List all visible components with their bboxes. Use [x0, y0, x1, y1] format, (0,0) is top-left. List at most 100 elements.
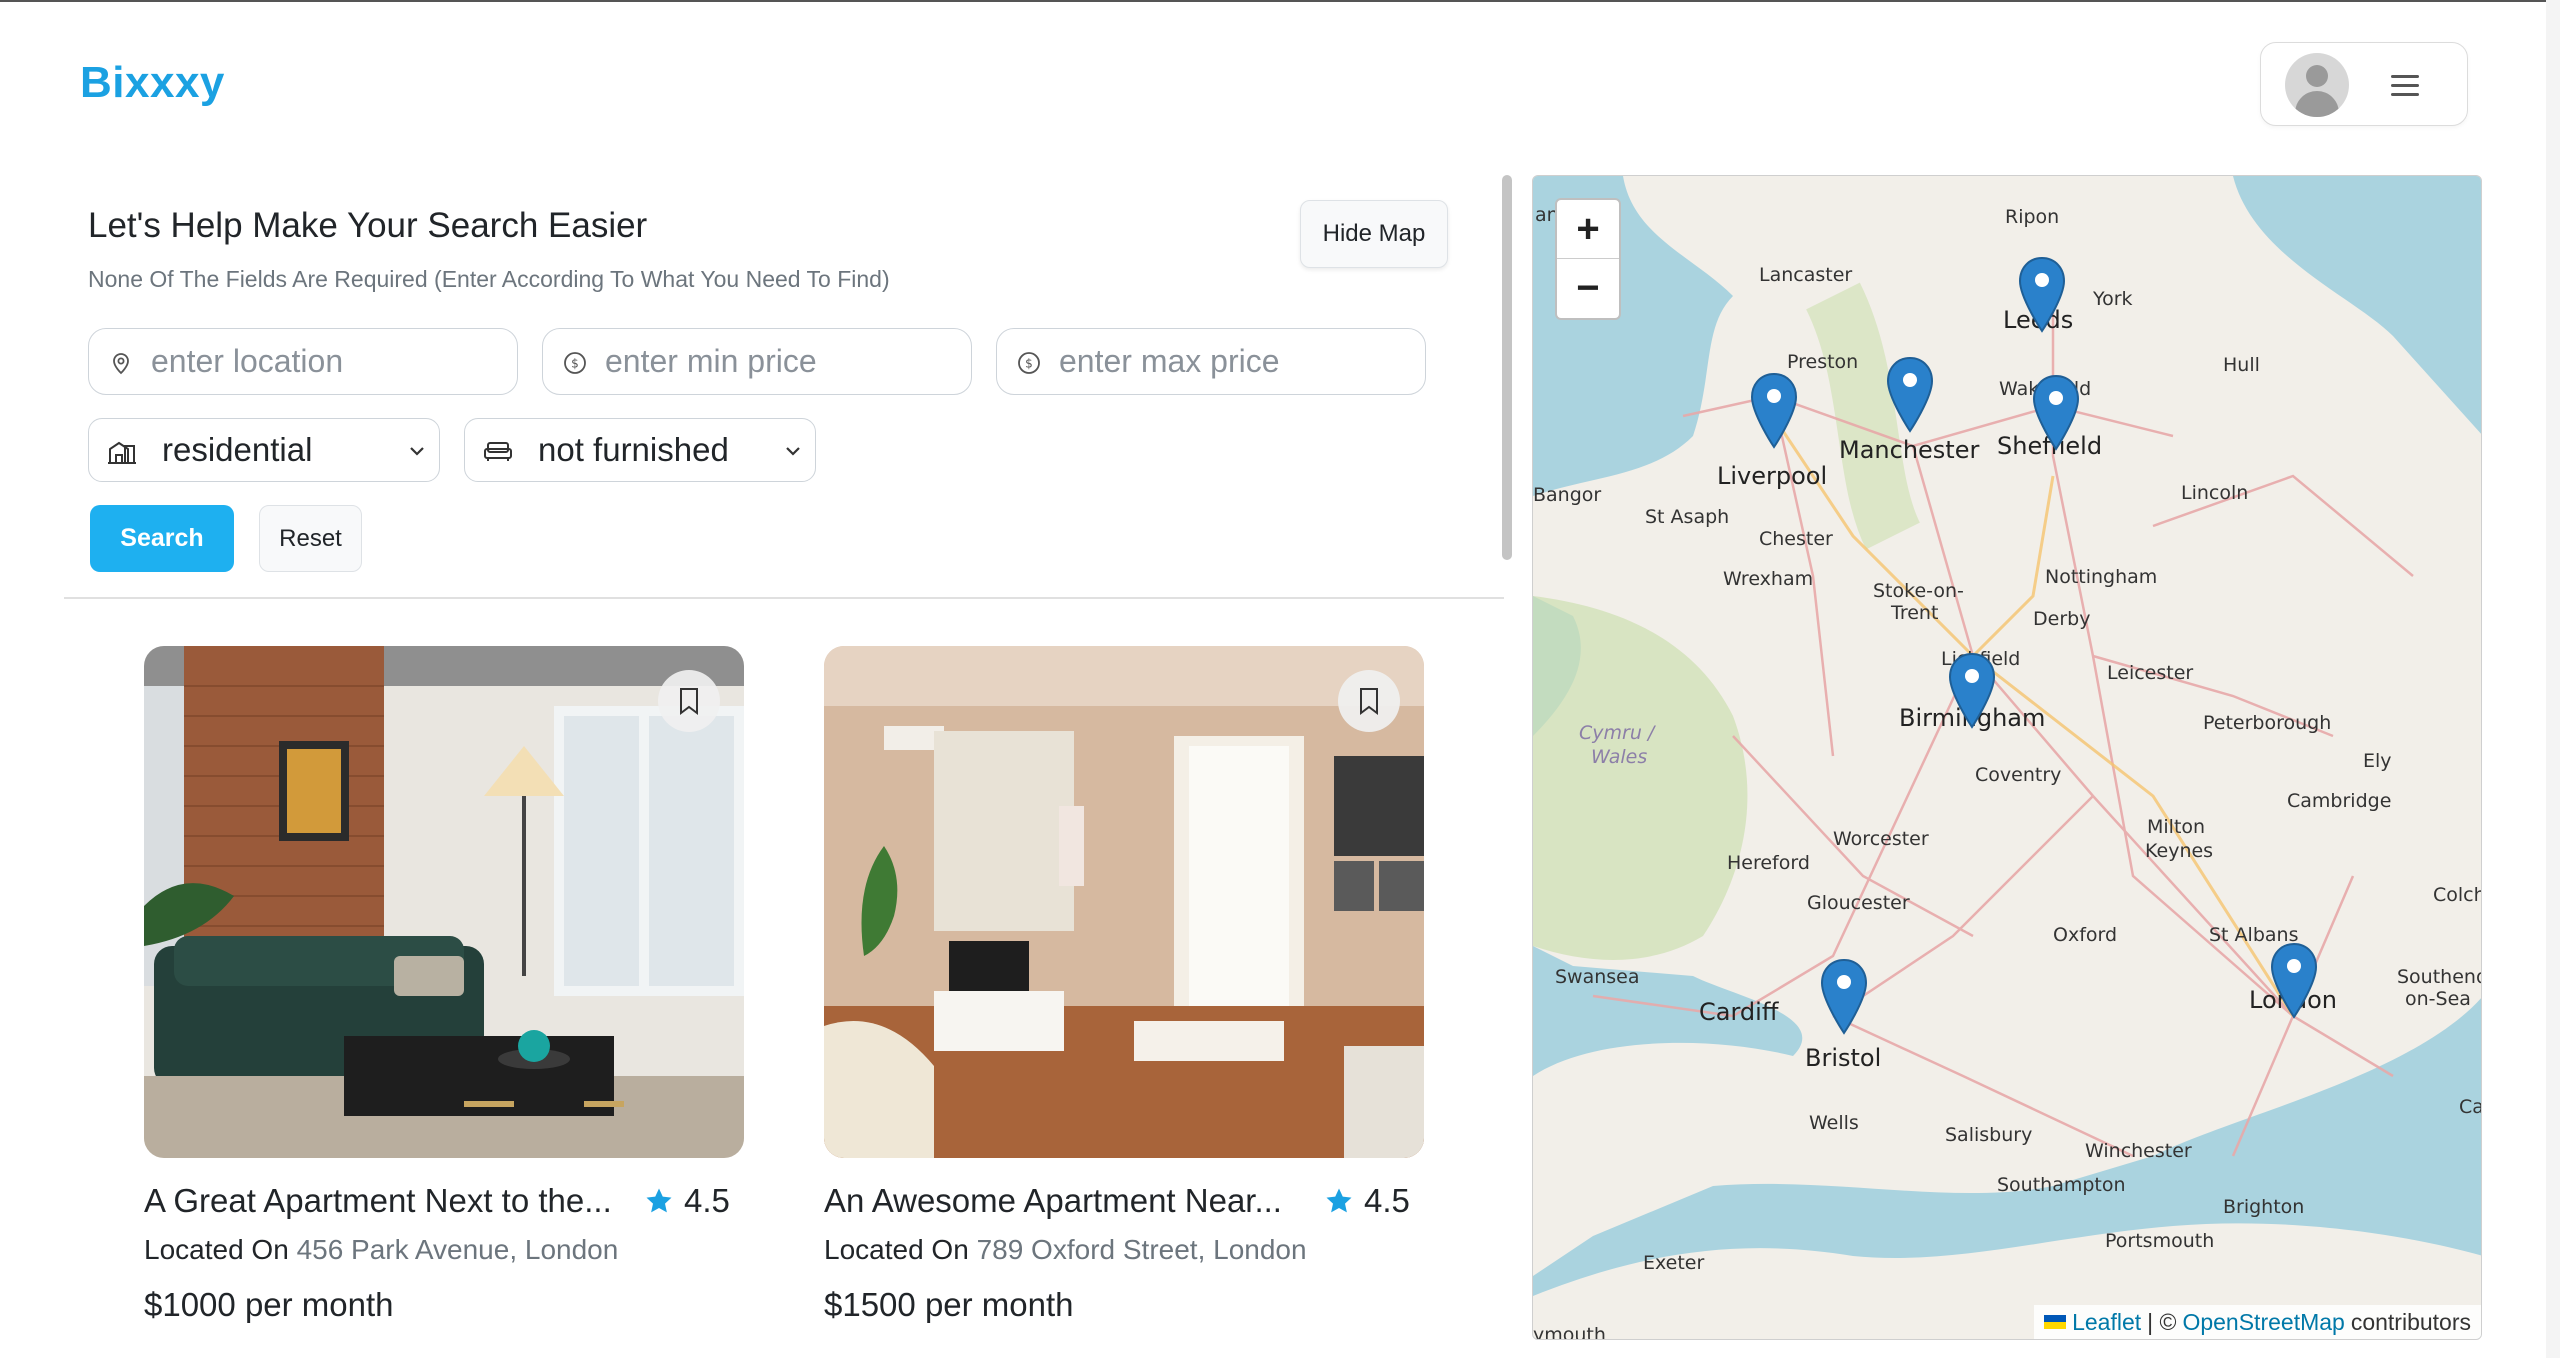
map-marker-icon[interactable]: [2269, 942, 2319, 1024]
map-label: Nottingham: [2045, 566, 2158, 588]
bookmark-icon: [680, 688, 698, 715]
map-label: Cambridge: [2287, 790, 2392, 812]
listing-address: 789 Oxford Street, London: [976, 1234, 1307, 1265]
map-label: Lincoln: [2181, 482, 2249, 504]
map-marker-icon[interactable]: [1947, 652, 1997, 734]
located-prefix: Located On: [824, 1234, 969, 1265]
search-heading: Let's Help Make Your Search Easier: [88, 206, 648, 245]
map-label: Chester: [1759, 528, 1833, 550]
map-label: ymouth: [1533, 1324, 1606, 1340]
map-label: Peterborough: [2203, 712, 2332, 734]
map-marker-icon[interactable]: [1749, 372, 1799, 454]
listing-title[interactable]: A Great Apartment Next to the...: [144, 1182, 624, 1220]
map-label: Southend-: [2397, 966, 2481, 988]
section-divider: [64, 597, 1504, 599]
map-label: Bristol: [1805, 1044, 1882, 1072]
map-label: Cardiff: [1699, 998, 1779, 1026]
map-label: Southampton: [1997, 1174, 2126, 1196]
price-suffix: per month: [244, 1286, 394, 1323]
listing-price: $1000 per month: [144, 1286, 394, 1324]
dollar-circle-icon: $: [1018, 352, 1040, 374]
map-label: Bangor: [1533, 484, 1602, 506]
map-label: Hull: [2223, 354, 2260, 376]
sofa-icon: [484, 442, 512, 461]
map-marker-icon[interactable]: [2017, 256, 2067, 338]
star-icon: [646, 1188, 672, 1213]
svg-text:$: $: [1025, 357, 1033, 371]
location-input[interactable]: enter location: [88, 328, 518, 395]
map-label: Ripon: [2005, 206, 2060, 228]
panel-scrollbar[interactable]: [1502, 175, 1512, 560]
zoom-out-button[interactable]: −: [1557, 259, 1619, 318]
bookmark-button[interactable]: [658, 670, 720, 732]
map-pin-icon: [113, 353, 129, 375]
window-top-border: [0, 0, 2560, 2]
min-price-input[interactable]: $ enter min price: [542, 328, 972, 395]
bookmark-button[interactable]: [1338, 670, 1400, 732]
openstreetmap-link[interactable]: OpenStreetMap: [2182, 1309, 2344, 1336]
map-label: Hereford: [1727, 852, 1810, 874]
map-label: Preston: [1787, 351, 1859, 373]
map-label: Salisbury: [1945, 1124, 2033, 1146]
map-marker-icon[interactable]: [1819, 958, 1869, 1040]
map-label: Portsmouth: [2105, 1230, 2215, 1252]
price-amount: $1500: [824, 1286, 916, 1323]
leaflet-link[interactable]: Leaflet: [2072, 1309, 2141, 1336]
ukraine-flag-icon: [2044, 1315, 2067, 1329]
user-menu-button[interactable]: [2260, 42, 2468, 126]
furnishing-select[interactable]: not furnished: [464, 418, 816, 482]
price-suffix: per month: [924, 1286, 1074, 1323]
map-label: Wells: [1809, 1112, 1859, 1134]
brand-logo[interactable]: Bixxxy: [80, 58, 225, 108]
map-marker-icon[interactable]: [1885, 356, 1935, 438]
map-label: Stoke-on-: [1873, 580, 1964, 602]
located-prefix: Located On: [144, 1234, 289, 1265]
map-label: Wales: [1591, 746, 1648, 768]
building-icon: [108, 441, 136, 464]
hide-map-button[interactable]: Hide Map: [1300, 200, 1448, 268]
rating-value: 4.5: [1364, 1182, 1410, 1219]
bookmark-icon: [1360, 688, 1378, 715]
furnishing-value: not furnished: [538, 431, 729, 468]
search-button[interactable]: Search: [90, 505, 234, 572]
property-type-select[interactable]: residential: [88, 418, 440, 482]
chevron-down-icon: [786, 447, 800, 456]
map-label: Liverpool: [1717, 462, 1828, 490]
map-label: Manchester: [1839, 436, 1980, 464]
listing-rating: 4.5: [644, 1182, 730, 1220]
location-placeholder: enter location: [151, 343, 344, 379]
map-label: Swansea: [1555, 966, 1640, 988]
max-price-input[interactable]: $ enter max price: [996, 328, 1426, 395]
map-label: Ely: [2363, 750, 2392, 772]
dollar-circle-icon: $: [564, 352, 586, 374]
zoom-in-button[interactable]: +: [1557, 200, 1619, 259]
map-label: York: [2093, 288, 2133, 310]
map-label: Cymru /: [1579, 722, 1655, 744]
chevron-down-icon: [410, 447, 424, 456]
map-label: Coventry: [1975, 764, 2062, 786]
listing-rating: 4.5: [1324, 1182, 1410, 1220]
max-price-placeholder: enter max price: [1059, 343, 1280, 379]
listing-title[interactable]: An Awesome Apartment Near...: [824, 1182, 1304, 1220]
map-zoom-control: + −: [1555, 198, 1621, 320]
hamburger-menu-icon: [2391, 73, 2419, 97]
page-scrollbar[interactable]: [2546, 0, 2560, 1358]
map-label: Colch: [2433, 884, 2482, 906]
map-marker-icon[interactable]: [2031, 374, 2081, 456]
map-tiles: [1533, 176, 2481, 1339]
rating-value: 4.5: [684, 1182, 730, 1219]
map-label: Winchester: [2085, 1140, 2192, 1162]
map-label: Trent: [1891, 602, 1939, 624]
map-label: St Asaph: [1645, 506, 1730, 528]
listing-location: Located On 456 Park Avenue, London: [144, 1234, 618, 1266]
map-view[interactable]: an Ripon Lancaster Leeds York Preston Hu…: [1532, 175, 2482, 1340]
reset-button[interactable]: Reset: [259, 505, 362, 572]
listing-photo[interactable]: [144, 646, 744, 1158]
listing-photo[interactable]: [824, 646, 1424, 1158]
map-attribution: Leaflet | © OpenStreetMap contributors: [2034, 1305, 2481, 1339]
min-price-placeholder: enter min price: [605, 343, 817, 379]
svg-text:$: $: [571, 357, 579, 371]
map-label: Leicester: [2107, 662, 2194, 684]
map-label: Oxford: [2053, 924, 2118, 946]
user-avatar-icon: [2285, 53, 2349, 117]
